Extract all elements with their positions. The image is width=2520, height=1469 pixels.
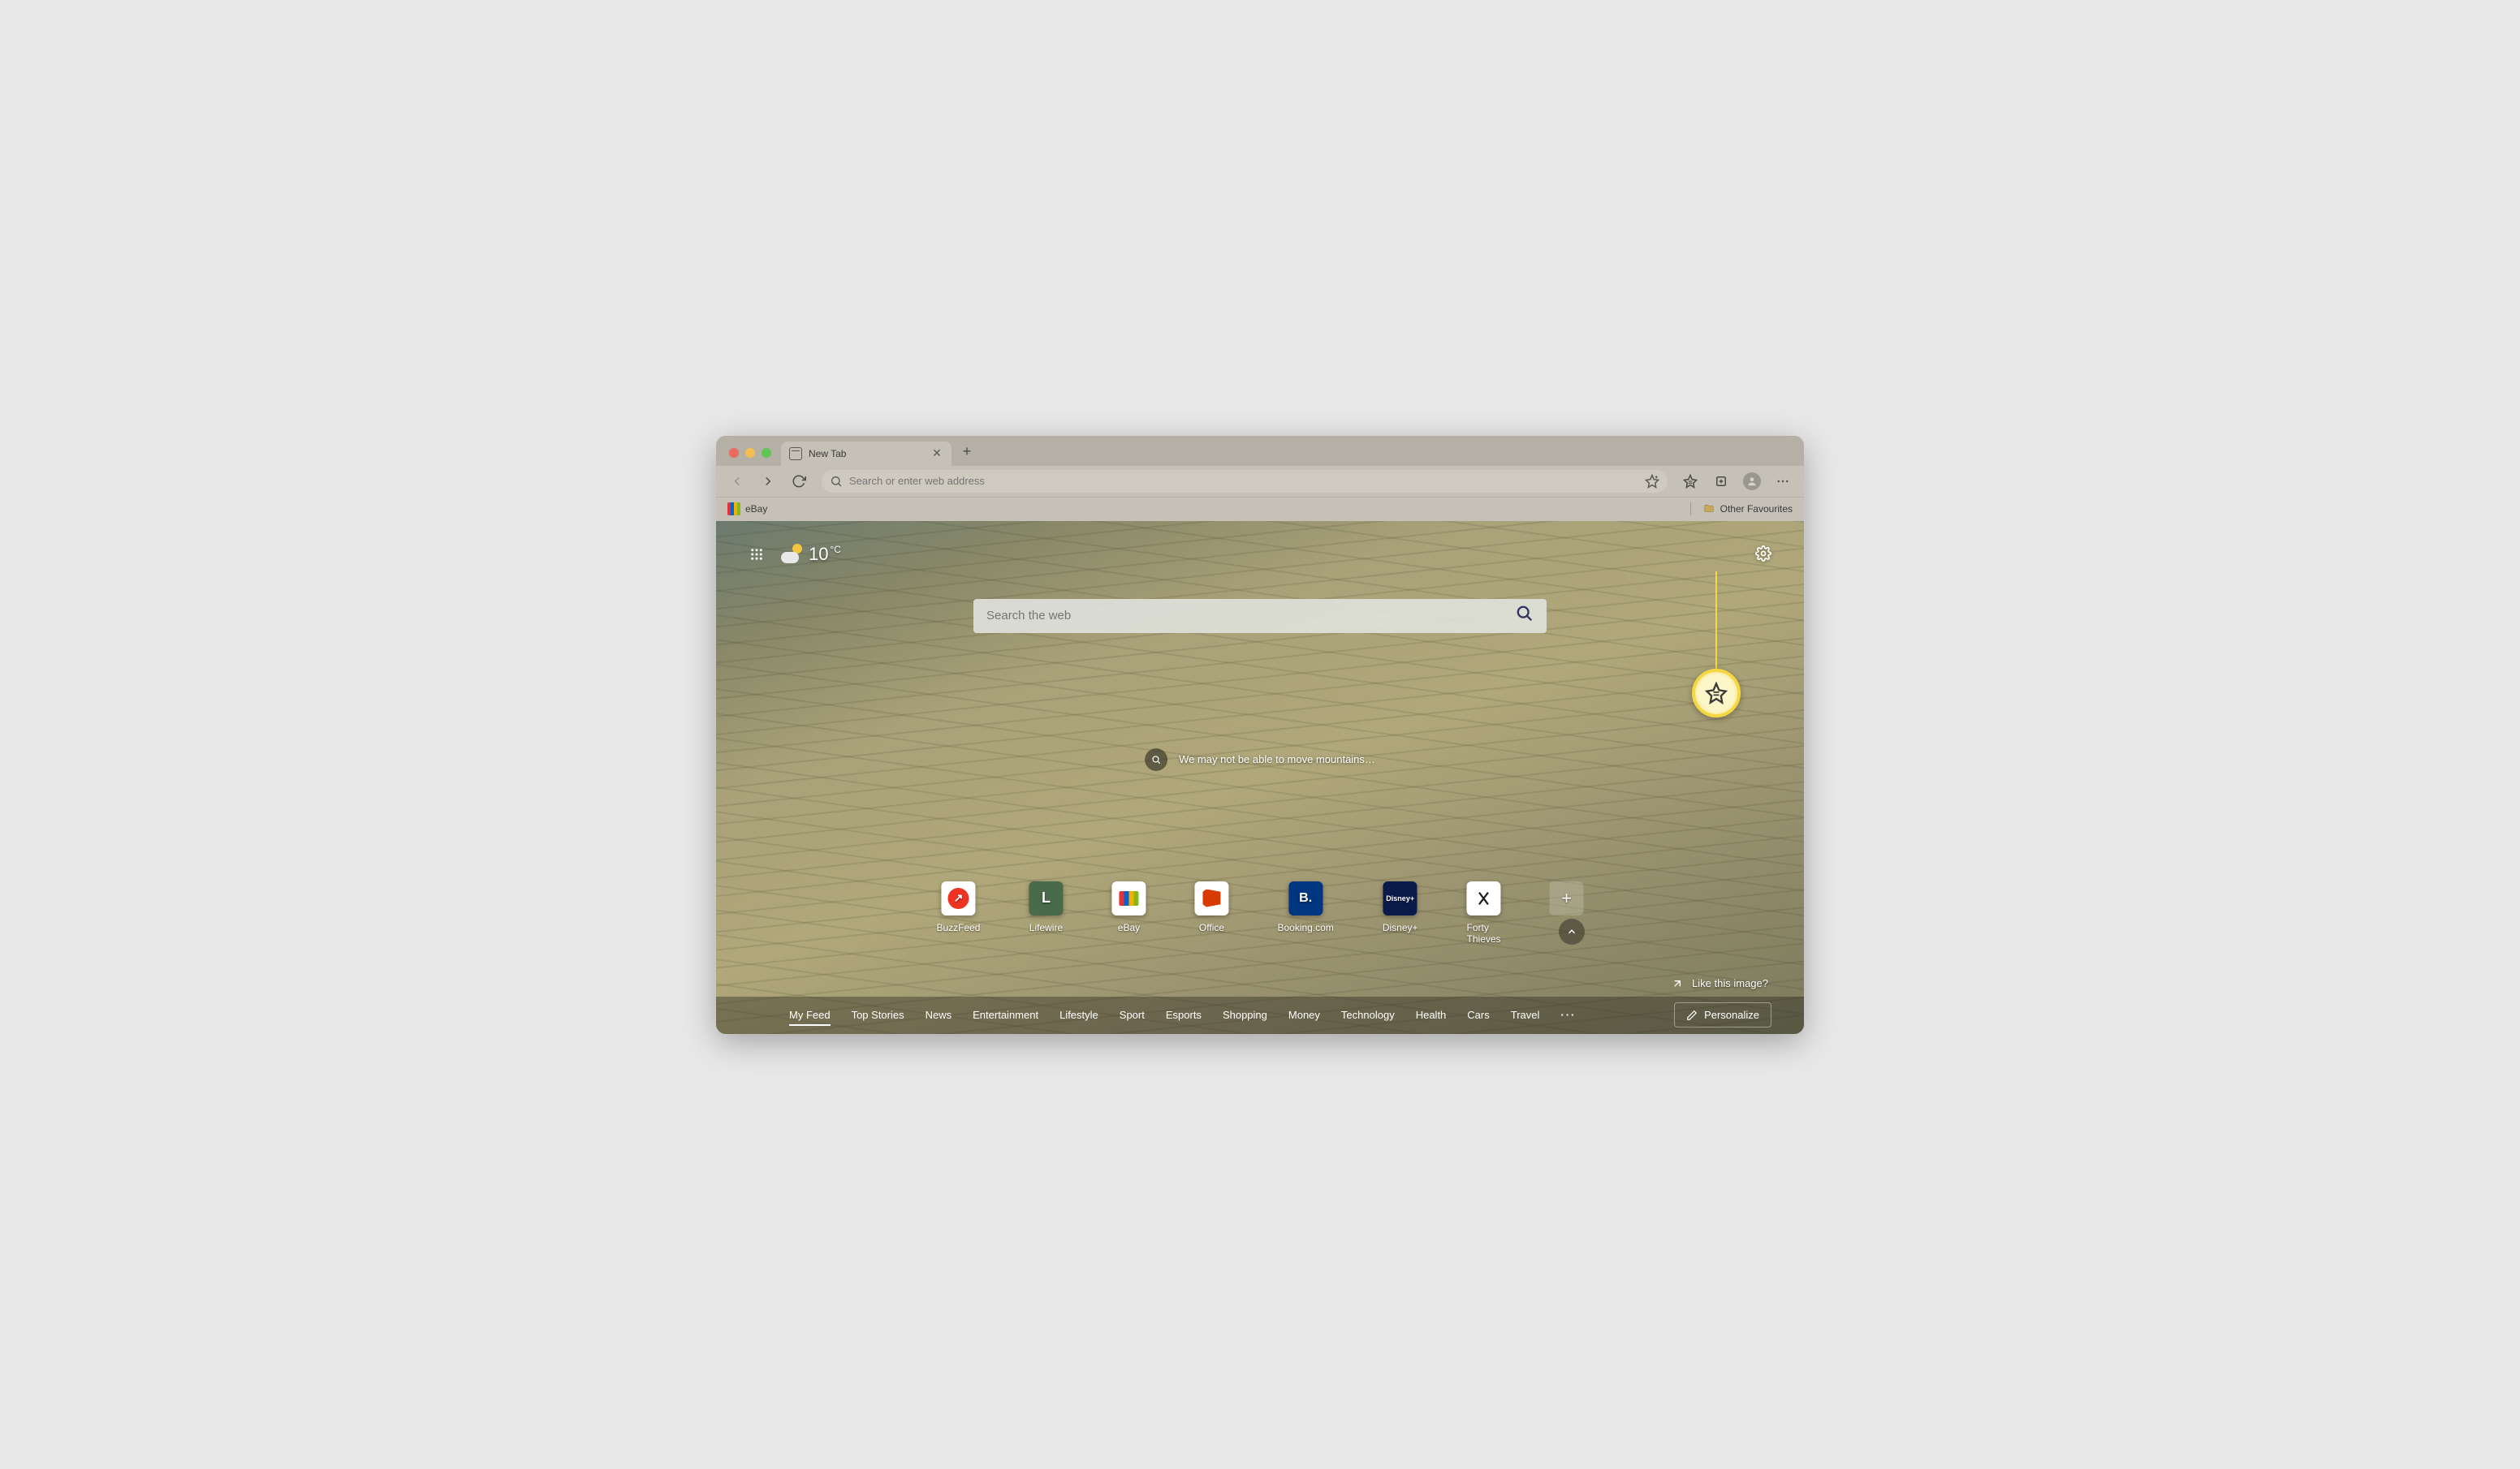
favorite-ebay[interactable]: eBay <box>727 502 767 515</box>
feed-tab-my-feed[interactable]: My Feed <box>789 999 831 1031</box>
tile-label: Forty Thieves <box>1467 922 1501 945</box>
search-icon <box>830 475 843 488</box>
web-search-box[interactable] <box>973 599 1547 633</box>
address-input[interactable] <box>849 475 1638 487</box>
minimize-window-button[interactable] <box>745 448 755 458</box>
new-tab-button[interactable]: + <box>955 440 979 464</box>
new-tab-icon <box>789 447 802 460</box>
tile-label: eBay <box>1118 922 1140 933</box>
feed-more-button[interactable]: ··· <box>1560 1009 1576 1021</box>
tile-label: BuzzFeed <box>936 922 980 933</box>
tile-label: Office <box>1199 922 1224 933</box>
tile-booking[interactable]: B. Booking.com <box>1277 881 1333 945</box>
address-bar[interactable] <box>822 470 1668 493</box>
back-button[interactable] <box>724 470 750 493</box>
annotation-line <box>1715 571 1717 677</box>
folder-icon <box>1702 503 1715 515</box>
temperature-unit: °C <box>830 544 840 555</box>
background-image <box>716 521 1804 1034</box>
page-settings-button[interactable] <box>1755 545 1771 566</box>
close-tab-button[interactable]: ✕ <box>930 447 943 460</box>
browser-tab[interactable]: New Tab ✕ <box>781 442 951 466</box>
feed-tab-esports[interactable]: Esports <box>1166 999 1202 1031</box>
plus-icon: + <box>1550 881 1584 915</box>
personalize-label: Personalize <box>1704 1009 1759 1021</box>
expand-icon <box>1671 977 1684 990</box>
add-tile-button[interactable]: + <box>1550 881 1584 945</box>
caption-search-icon <box>1145 748 1167 771</box>
feed-tab-money[interactable]: Money <box>1288 999 1320 1031</box>
web-search-button[interactable] <box>1516 605 1534 627</box>
tile-label: Disney+ <box>1383 922 1418 933</box>
weather-icon <box>781 544 802 565</box>
tile-disney[interactable]: Disney+ Disney+ <box>1383 881 1418 945</box>
favorites-star-icon <box>1705 682 1728 704</box>
browser-window: New Tab ✕ + <box>716 436 1804 1034</box>
pencil-icon <box>1686 1010 1698 1021</box>
feed-tab-lifestyle[interactable]: Lifestyle <box>1059 999 1098 1031</box>
tile-icon: Disney+ <box>1383 881 1418 915</box>
other-favorites-label: Other Favourites <box>1720 503 1793 515</box>
collections-button[interactable] <box>1708 470 1734 493</box>
other-favorites-folder[interactable]: Other Favourites <box>1702 503 1793 515</box>
tile-icon: L <box>1029 881 1063 915</box>
ebay-icon <box>727 502 740 515</box>
close-window-button[interactable] <box>729 448 739 458</box>
avatar-icon <box>1743 472 1761 490</box>
forward-button[interactable] <box>755 470 781 493</box>
weather-widget[interactable]: 10°C <box>781 544 841 565</box>
new-tab-page: 10°C We may not be able to move mountain… <box>716 521 1804 1034</box>
tile-ebay[interactable]: eBay <box>1111 881 1146 945</box>
tile-label: Booking.com <box>1277 922 1333 933</box>
add-favorite-icon[interactable] <box>1645 474 1659 489</box>
refresh-button[interactable] <box>786 470 812 493</box>
tile-buzzfeed[interactable]: ↗ BuzzFeed <box>936 881 980 945</box>
feed-nav: My Feed Top Stories News Entertainment L… <box>716 997 1804 1034</box>
menu-button[interactable] <box>1770 470 1796 493</box>
toolbar <box>716 466 1804 497</box>
tile-label <box>1565 922 1568 933</box>
feed-tab-entertainment[interactable]: Entertainment <box>973 999 1038 1031</box>
tile-office[interactable]: Office <box>1194 881 1228 945</box>
favorites-button[interactable] <box>1677 470 1703 493</box>
feed-tab-cars[interactable]: Cars <box>1467 999 1489 1031</box>
web-search-input[interactable] <box>986 609 1516 622</box>
tile-icon: ↗ <box>941 881 975 915</box>
like-image-label: Like this image? <box>1692 977 1768 989</box>
personalize-button[interactable]: Personalize <box>1674 1002 1771 1027</box>
tile-forty-thieves[interactable]: Forty Thieves <box>1467 881 1501 945</box>
divider <box>1690 502 1691 515</box>
tab-bar: New Tab ✕ + <box>716 436 1804 466</box>
feed-tab-top-stories[interactable]: Top Stories <box>852 999 904 1031</box>
image-caption[interactable]: We may not be able to move mountains… <box>1145 748 1375 771</box>
quick-links: ↗ BuzzFeed L Lifewire eBay Office B. Boo… <box>936 881 1583 945</box>
tile-icon: B. <box>1288 881 1323 915</box>
tile-label: Lifewire <box>1029 922 1063 933</box>
feed-tab-sport[interactable]: Sport <box>1120 999 1145 1031</box>
favorites-bar: eBay Other Favourites <box>716 497 1804 521</box>
feed-tab-news[interactable]: News <box>926 999 952 1031</box>
temperature-value: 10 <box>809 544 828 564</box>
page-layout-button[interactable] <box>747 545 766 564</box>
feed-tab-travel[interactable]: Travel <box>1511 999 1540 1031</box>
feed-tab-health[interactable]: Health <box>1416 999 1447 1031</box>
feed-tab-shopping[interactable]: Shopping <box>1223 999 1267 1031</box>
tab-title: New Tab <box>809 448 846 459</box>
tile-icon <box>1111 881 1146 915</box>
tile-icon <box>1194 881 1228 915</box>
window-controls <box>724 448 776 466</box>
caption-text: We may not be able to move mountains… <box>1179 753 1375 765</box>
like-image-link[interactable]: Like this image? <box>1671 977 1768 990</box>
tile-lifewire[interactable]: L Lifewire <box>1029 881 1063 945</box>
annotation-highlight <box>1692 669 1741 717</box>
maximize-window-button[interactable] <box>762 448 771 458</box>
favorite-ebay-label: eBay <box>745 503 767 515</box>
feed-tab-technology[interactable]: Technology <box>1341 999 1395 1031</box>
profile-button[interactable] <box>1739 470 1765 493</box>
tile-icon <box>1467 881 1501 915</box>
